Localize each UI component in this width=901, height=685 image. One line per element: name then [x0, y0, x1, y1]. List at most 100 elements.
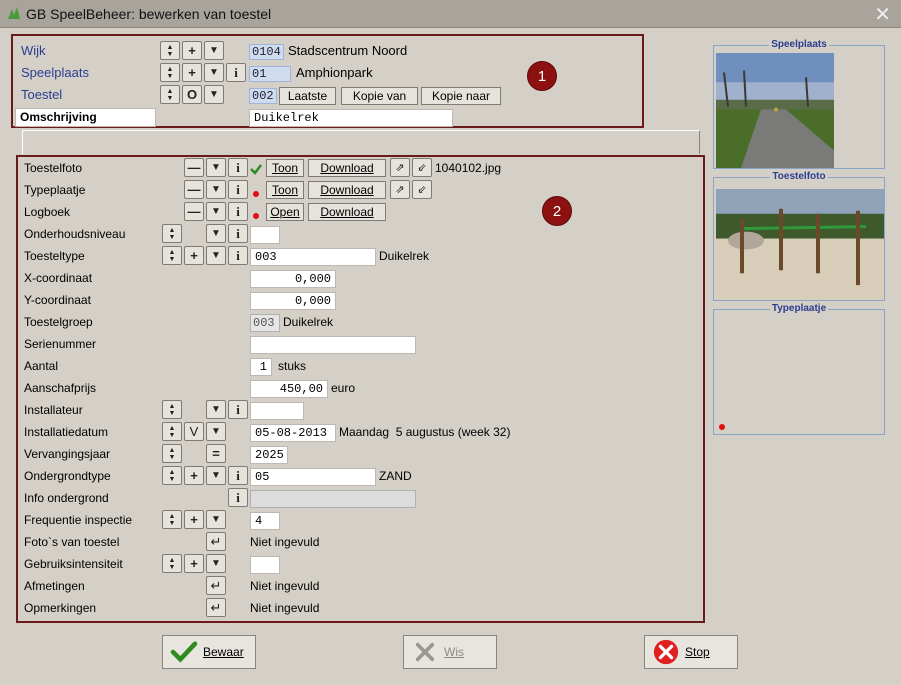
toesteltype-dropdown-button[interactable]: ▼ [206, 246, 226, 265]
typeplaatje-toon-button[interactable]: Toon [266, 181, 304, 199]
app-logo-icon [8, 7, 20, 19]
frequentie-dropdown-button[interactable]: ▼ [206, 510, 226, 529]
frequentie-add-button[interactable]: + [184, 510, 204, 529]
import-icon[interactable]: ⇙ [412, 180, 432, 199]
onderhoudsniveau-updown-button[interactable]: ▲ ▼ [162, 224, 182, 243]
toestelfoto-remove-button[interactable]: — [184, 158, 204, 177]
toestel-code: 002 [249, 88, 277, 104]
speelplaats-dropdown-button[interactable]: ▼ [204, 63, 224, 82]
enter-icon[interactable]: ↵ [206, 576, 226, 595]
toestelfoto-download-button[interactable]: Download [308, 159, 386, 177]
omschrijving-input[interactable]: Duikelrek [249, 109, 453, 127]
xcoord-label: X-coordinaat [24, 271, 93, 285]
ondergrondtype-label: Ondergrondtype [24, 469, 111, 483]
toesteltype-updown-button[interactable]: ▲ ▼ [162, 246, 182, 265]
onderhoudsniveau-dropdown-button[interactable]: ▼ [206, 224, 226, 243]
opmerkingen-value: Niet ingevuld [250, 601, 320, 615]
toestelfoto-photo[interactable] [716, 189, 884, 300]
speelplaats-info-button[interactable]: i [226, 63, 246, 82]
info-ondergrond-input[interactable] [250, 490, 416, 508]
serienummer-label: Serienummer [24, 337, 97, 351]
toestelfoto-dropdown-button[interactable]: ▼ [206, 158, 226, 177]
import-icon[interactable]: ⇙ [412, 158, 432, 177]
info-ondergrond-info-button[interactable]: i [228, 488, 248, 507]
stop-label: Stop [685, 645, 710, 659]
installateur-dropdown-button[interactable]: ▼ [206, 400, 226, 419]
logboek-download-button[interactable]: Download [308, 203, 386, 221]
logboek-remove-button[interactable]: — [184, 202, 204, 221]
toesteltype-input[interactable]: 003 [250, 248, 376, 266]
opmerkingen-label: Opmerkingen [24, 601, 97, 615]
speelplaats-name: Amphionpark [296, 65, 373, 80]
toesteltype-add-button[interactable]: + [184, 246, 204, 265]
aanschafprijs-input[interactable]: 450,00 [250, 380, 328, 398]
installateur-info-button[interactable]: i [228, 400, 248, 419]
toestel-updown-button[interactable]: ▲ ▼ [160, 85, 180, 104]
check-icon [250, 164, 262, 175]
gebruiksintensiteit-dropdown-button[interactable]: ▼ [206, 554, 226, 573]
fotos-value: Niet ingevuld [250, 535, 320, 549]
aantal-input[interactable]: 1 [250, 358, 272, 376]
vervangingsjaar-equals-button[interactable]: = [206, 444, 226, 463]
vervangingsjaar-input[interactable]: 2025 [250, 446, 288, 464]
ondergrondtype-input[interactable]: 05 [250, 468, 376, 486]
enter-icon[interactable]: ↵ [206, 598, 226, 617]
export-icon[interactable]: ⇗ [390, 180, 410, 199]
typeplaatje-download-button[interactable]: Download [308, 181, 386, 199]
logboek-dropdown-button[interactable]: ▼ [206, 202, 226, 221]
ycoord-input[interactable]: 0,000 [250, 292, 336, 310]
typeplaatje-info-button[interactable]: i [228, 180, 248, 199]
title-bar: GB SpeelBeheer: bewerken van toestel ✕ [0, 0, 901, 28]
typeplaatje-dropdown-button[interactable]: ▼ [206, 180, 226, 199]
wijk-add-button[interactable]: + [182, 41, 202, 60]
wijk-updown-button[interactable]: ▲ ▼ [160, 41, 180, 60]
installateur-updown-button[interactable]: ▲ ▼ [162, 400, 182, 419]
toestelfoto-toon-button[interactable]: Toon [266, 159, 304, 177]
onderhoudsniveau-info-button[interactable]: i [228, 224, 248, 243]
enter-icon[interactable]: ↵ [206, 532, 226, 551]
ondergrondtype-add-button[interactable]: + [184, 466, 204, 485]
speelplaats-label: Speelplaats [21, 65, 89, 80]
wis-button[interactable]: Wis [403, 635, 497, 669]
export-icon[interactable]: ⇗ [390, 158, 410, 177]
installatiedatum-label: Installatiedatum [24, 425, 109, 439]
xcoord-input[interactable]: 0,000 [250, 270, 336, 288]
logboek-info-button[interactable]: i [228, 202, 248, 221]
window-title: GB SpeelBeheer: bewerken van toestel [26, 6, 272, 22]
laatste-button[interactable]: Laatste [279, 87, 336, 105]
installatiedatum-input[interactable]: 05-08-2013 [250, 424, 336, 442]
close-icon[interactable]: ✕ [874, 2, 891, 27]
vervangingsjaar-updown-button[interactable]: ▲ ▼ [162, 444, 182, 463]
frequentie-input[interactable]: 4 [250, 512, 280, 530]
kopie-van-button[interactable]: Kopie van [341, 87, 418, 105]
toestel-circle-button[interactable]: O [182, 85, 202, 104]
gebruiksintensiteit-updown-button[interactable]: ▲ ▼ [162, 554, 182, 573]
toestel-dropdown-button[interactable]: ▼ [204, 85, 224, 104]
logboek-open-button[interactable]: Open [266, 203, 304, 221]
installatiedatum-v-button[interactable]: V [184, 422, 204, 441]
ondergrondtype-info-button[interactable]: i [228, 466, 248, 485]
installateur-input[interactable] [250, 402, 304, 420]
stop-button[interactable]: Stop [644, 635, 738, 669]
toestelfoto-info-button[interactable]: i [228, 158, 248, 177]
ondergrondtype-dropdown-button[interactable]: ▼ [206, 466, 226, 485]
onderhoudsniveau-input[interactable] [250, 226, 280, 244]
installatiedatum-dropdown-button[interactable]: ▼ [206, 422, 226, 441]
gebruiksintensiteit-add-button[interactable]: + [184, 554, 204, 573]
wijk-dropdown-button[interactable]: ▼ [204, 41, 224, 60]
kopie-naar-button[interactable]: Kopie naar [421, 87, 501, 105]
speelplaats-updown-button[interactable]: ▲ ▼ [160, 63, 180, 82]
typeplaatje-remove-button[interactable]: — [184, 180, 204, 199]
gebruiksintensiteit-input[interactable] [250, 556, 280, 574]
speelplaats-add-button[interactable]: + [182, 63, 202, 82]
serienummer-input[interactable] [250, 336, 416, 354]
frequentie-updown-button[interactable]: ▲ ▼ [162, 510, 182, 529]
installatiedatum-updown-button[interactable]: ▲ ▼ [162, 422, 182, 441]
speelplaats-photo[interactable] [716, 53, 834, 168]
toesteltype-info-button[interactable]: i [228, 246, 248, 265]
bewaar-button[interactable]: Bewaar [162, 635, 256, 669]
ondergrondtype-name: ZAND [379, 469, 412, 483]
section-badge-2: 2 [542, 196, 572, 226]
toestelfoto-file: 1040102.jpg [435, 161, 502, 175]
ondergrondtype-updown-button[interactable]: ▲ ▼ [162, 466, 182, 485]
